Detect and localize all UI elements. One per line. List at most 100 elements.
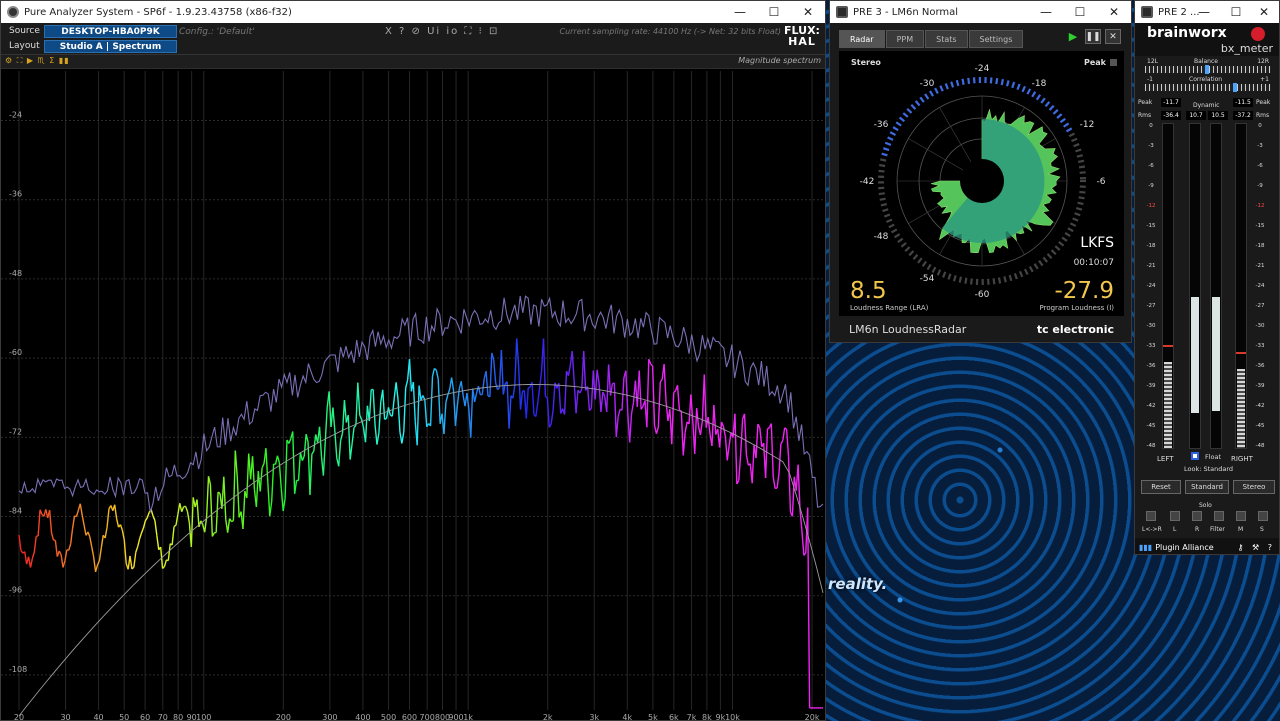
solo-left-label: L — [1173, 526, 1177, 533]
spectrum-segment — [96, 560, 101, 566]
spectrum-segment — [545, 395, 548, 399]
spectrum-segment — [607, 364, 612, 396]
pure-analyzer-app-icon — [7, 6, 19, 18]
radar-outer-tick — [878, 192, 885, 196]
minimize-icon[interactable]: — — [1029, 1, 1063, 23]
header-tool-icons[interactable]: X ? ⊘ Ui io ⛶ ⁝ ⊡ — [385, 26, 499, 37]
spectrum-segment — [567, 365, 572, 376]
reset-button[interactable]: Reset — [1141, 480, 1181, 494]
spectrum-segment — [767, 427, 770, 430]
pure-analyzer-window: Pure Analyzer System - SP6f - 1.9.23.437… — [0, 0, 826, 721]
spectrum-segment — [226, 518, 231, 533]
spectrum-segment — [707, 416, 711, 435]
spectrum-segment — [81, 514, 85, 526]
spectrum-segment — [575, 390, 579, 414]
solo-side-toggle[interactable] — [1258, 511, 1268, 521]
close-icon[interactable]: ✕ — [1097, 1, 1131, 23]
tab-ppm[interactable]: PPM — [885, 30, 925, 48]
radar-outer-tick — [1058, 241, 1065, 247]
radar-outer-tick — [908, 250, 915, 257]
radar-outer-tick — [880, 158, 887, 162]
spectrum-segment — [324, 407, 328, 442]
stereo-button[interactable]: Stereo — [1233, 480, 1275, 494]
magnitude-spectrum-plot[interactable]: 20 30 40 50 60 70 80 90 100 200 300 400 500 600 700 800… — [1, 71, 825, 721]
spectrum-segment — [138, 532, 143, 540]
radar-outer-tick — [1046, 253, 1053, 260]
reset-x-icon[interactable]: ✕ — [1105, 29, 1121, 44]
spectrum-segment — [167, 543, 171, 561]
rms-right-label: Rms — [1256, 112, 1270, 119]
meter-scale-label: -6 — [1257, 163, 1263, 169]
spectrum-segment — [181, 506, 185, 512]
float-checkbox[interactable] — [1191, 452, 1199, 460]
bx-titlebar: PRE 2 ... — ☐ ✕ — [1135, 1, 1279, 23]
toolbar-icons[interactable]: ⚙ ⛶ ▶ ♏ Σ ▮▮ — [5, 56, 70, 66]
spectrum-segment — [481, 378, 485, 395]
bx-footer: ▮▮▮ Plugin Alliance ⚷ ⚒ ? — [1135, 538, 1279, 554]
minimize-icon[interactable]: — — [723, 1, 757, 23]
maximize-icon[interactable]: ☐ — [757, 1, 791, 23]
radar-outer-tick — [912, 254, 919, 260]
minimize-icon[interactable]: — — [1191, 1, 1217, 23]
radar-outer-tick — [992, 278, 996, 285]
radar-outer-tick — [1061, 236, 1068, 242]
radar-outer-tick — [950, 81, 955, 88]
spectrum-segment — [75, 510, 80, 517]
spectrum-segment — [435, 369, 439, 380]
solo-right-toggle[interactable] — [1192, 511, 1202, 521]
standard-button[interactable]: Standard — [1185, 480, 1229, 494]
spectrum-segment — [542, 338, 547, 397]
tab-radar[interactable]: Radar — [839, 30, 885, 48]
key-wrench-help-icons[interactable]: ⚷ ⚒ ? — [1238, 543, 1275, 552]
spectrum-segment — [460, 381, 464, 396]
spectrum-segment — [196, 499, 200, 528]
source-dropdown[interactable]: DESKTOP-HBA0P9K — [44, 25, 177, 38]
spectrum-segment — [508, 395, 512, 429]
spectrum-segment — [500, 349, 505, 395]
spectrum-segment — [58, 550, 62, 556]
meter-scale-label: -33 — [1255, 343, 1265, 349]
spectrum-segment — [780, 440, 784, 445]
radar-outer-tick — [884, 141, 892, 146]
average-curve — [18, 384, 824, 717]
radar-outer-tick — [958, 276, 963, 283]
spectrum-segment — [600, 391, 604, 412]
pause-icon[interactable]: ❚❚ — [1085, 29, 1101, 44]
right-peak-readout: -11.5 — [1233, 98, 1253, 107]
maximize-icon[interactable]: ☐ — [1223, 1, 1249, 23]
close-icon[interactable]: ✕ — [1251, 1, 1277, 23]
y-tick-label: -72 — [9, 427, 22, 436]
tc-electronic-logo: tc electronic — [1036, 322, 1114, 336]
spectrum-segment — [305, 433, 309, 443]
radar-outer-tick — [879, 197, 886, 201]
tab-settings[interactable]: Settings — [968, 30, 1024, 48]
layout-dropdown[interactable]: Studio A | Spectrum — [44, 40, 177, 53]
solo-filter-toggle[interactable] — [1214, 511, 1224, 521]
x-tick-label: 500 — [381, 713, 396, 721]
spectrum-segment — [376, 432, 380, 445]
spectrum-segment — [738, 453, 742, 481]
close-icon[interactable]: ✕ — [791, 1, 825, 23]
plugin-alliance-icon: ▮▮▮ — [1139, 542, 1153, 552]
right-dynamic-fill — [1212, 296, 1220, 411]
solo-left-toggle[interactable] — [1170, 511, 1180, 521]
solo-mid-toggle[interactable] — [1236, 511, 1246, 521]
y-tick-label: -48 — [9, 269, 22, 278]
solo-filter-label: Filter — [1210, 526, 1225, 533]
lm6-transport: ▶ ❚❚ ✕ — [1065, 29, 1121, 44]
loudness-radar-panel: -24 -18 -12 -6 -30 -36 -42 -48 -54 -60 Stereo Pea… — [839, 51, 1124, 316]
spectrum-segment — [334, 430, 338, 458]
play-icon[interactable]: ▶ — [1065, 29, 1081, 44]
config-label[interactable]: Config.: 'Default' — [179, 27, 255, 37]
solo-lr-swap-toggle[interactable] — [1146, 511, 1156, 521]
spectrum-segment — [586, 386, 591, 411]
spectrum-segment — [628, 413, 633, 443]
solo-label: Solo — [1199, 502, 1212, 509]
spectrum-segment — [382, 389, 386, 420]
tab-stats[interactable]: Stats — [925, 30, 968, 48]
maximize-icon[interactable]: ☐ — [1063, 1, 1097, 23]
left-channel-label: LEFT — [1157, 455, 1174, 463]
spectrum-segment — [437, 379, 441, 424]
x-tick-label: 7k — [687, 713, 697, 721]
radar-outer-tick — [924, 93, 930, 100]
